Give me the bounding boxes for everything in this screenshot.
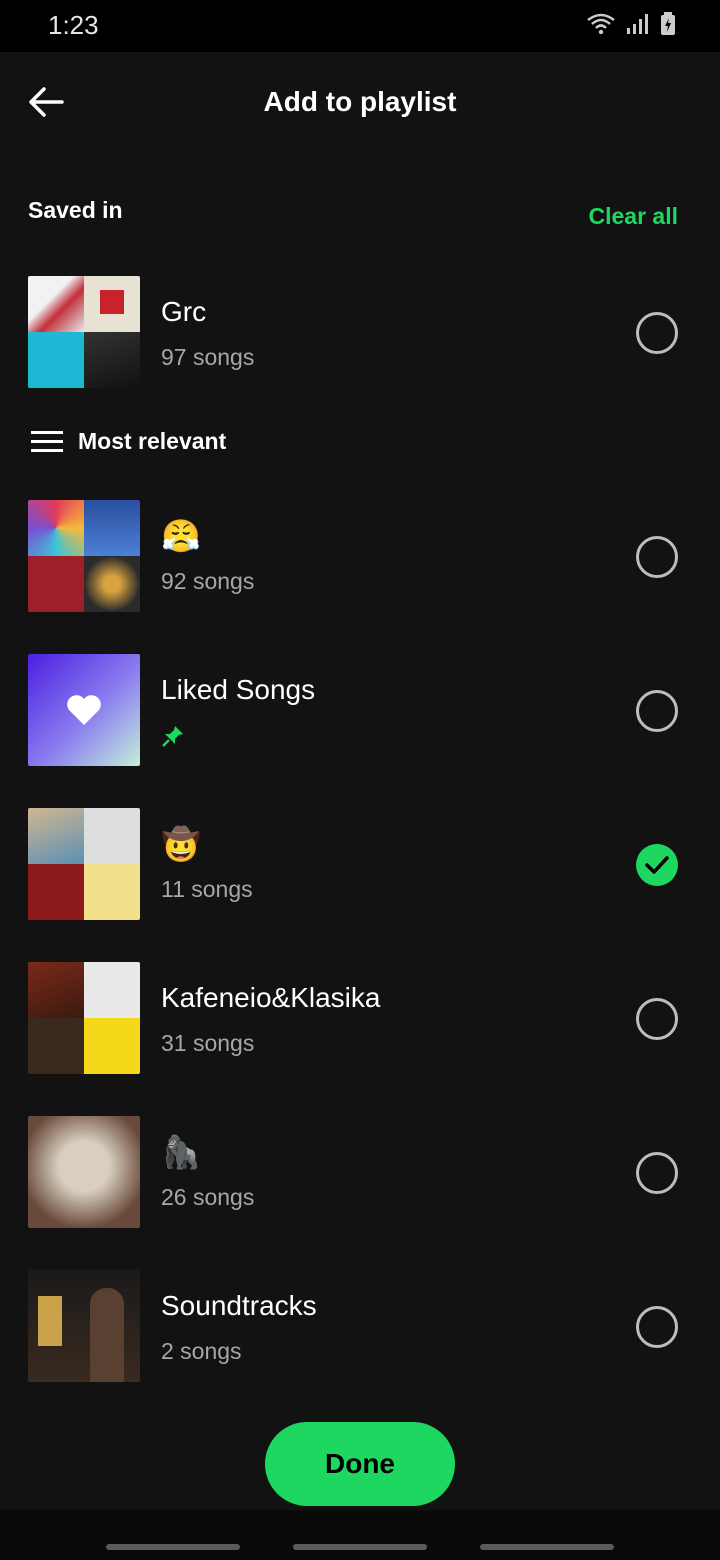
playlist-row-grc[interactable]: Grc 97 songs xyxy=(0,276,720,388)
select-radio[interactable] xyxy=(636,312,678,354)
select-radio[interactable] xyxy=(636,1306,678,1348)
playlist-cover xyxy=(28,276,140,388)
sort-lines-icon xyxy=(31,430,63,452)
playlist-name: 😤 xyxy=(161,518,201,554)
status-icons xyxy=(586,12,676,36)
liked-songs-cover xyxy=(28,654,140,766)
playlist-song-count: 92 songs xyxy=(161,568,255,594)
playlist-row[interactable]: 🦍 26 songs xyxy=(0,1116,720,1228)
done-button[interactable]: Done xyxy=(265,1422,455,1506)
wifi-icon xyxy=(587,13,615,35)
status-bar: 1:23 xyxy=(0,0,720,52)
battery-icon xyxy=(661,12,675,35)
status-time: 1:23 xyxy=(48,10,99,40)
playlist-song-count: 2 songs xyxy=(161,1338,242,1364)
nav-recents-button[interactable] xyxy=(106,1544,240,1550)
select-radio[interactable] xyxy=(636,690,678,732)
playlist-song-count: 97 songs xyxy=(161,344,255,370)
nav-back-button[interactable] xyxy=(480,1544,614,1550)
playlist-cover xyxy=(28,1116,140,1228)
select-radio[interactable] xyxy=(636,1152,678,1194)
playlist-cover xyxy=(28,962,140,1074)
signal-icon xyxy=(627,14,648,34)
playlist-row[interactable]: 😤 92 songs xyxy=(0,500,720,612)
select-radio-checked[interactable] xyxy=(636,844,678,886)
playlist-row-liked-songs[interactable]: Liked Songs xyxy=(0,654,720,766)
saved-in-label: Saved in xyxy=(28,197,123,223)
clear-all-button[interactable]: Clear all xyxy=(589,203,679,230)
playlist-song-count: 11 songs xyxy=(161,876,253,902)
select-radio[interactable] xyxy=(636,998,678,1040)
playlist-name: 🤠 xyxy=(161,826,201,862)
playlist-cover xyxy=(28,1270,140,1382)
playlist-row-kafeneio-klasika[interactable]: Kafeneio&Klasika 31 songs xyxy=(0,962,720,1074)
select-radio[interactable] xyxy=(636,536,678,578)
checkmark-icon xyxy=(645,856,669,874)
playlist-cover xyxy=(28,808,140,920)
playlist-cover xyxy=(28,500,140,612)
playlist-name: Soundtracks xyxy=(161,1290,317,1321)
nav-home-button[interactable] xyxy=(293,1544,427,1550)
sort-label: Most relevant xyxy=(78,428,227,454)
pin-icon xyxy=(162,726,183,747)
page-title: Add to playlist xyxy=(263,86,457,117)
playlist-name: Liked Songs xyxy=(161,674,316,705)
playlist-name: 🦍 xyxy=(161,1134,201,1170)
header: Add to playlist xyxy=(0,52,720,152)
playlist-row-soundtracks[interactable]: Soundtracks 2 songs xyxy=(0,1270,720,1382)
navigation-bar xyxy=(0,1510,720,1560)
playlist-row[interactable]: 🤠 11 songs xyxy=(0,808,720,920)
playlist-song-count: 31 songs xyxy=(161,1030,255,1056)
playlist-song-count: 26 songs xyxy=(161,1184,255,1210)
heart-icon xyxy=(67,695,101,725)
sort-control[interactable]: Most relevant xyxy=(30,428,226,455)
playlist-name: Kafeneio&Klasika xyxy=(161,982,381,1013)
playlist-name: Grc xyxy=(161,296,207,327)
